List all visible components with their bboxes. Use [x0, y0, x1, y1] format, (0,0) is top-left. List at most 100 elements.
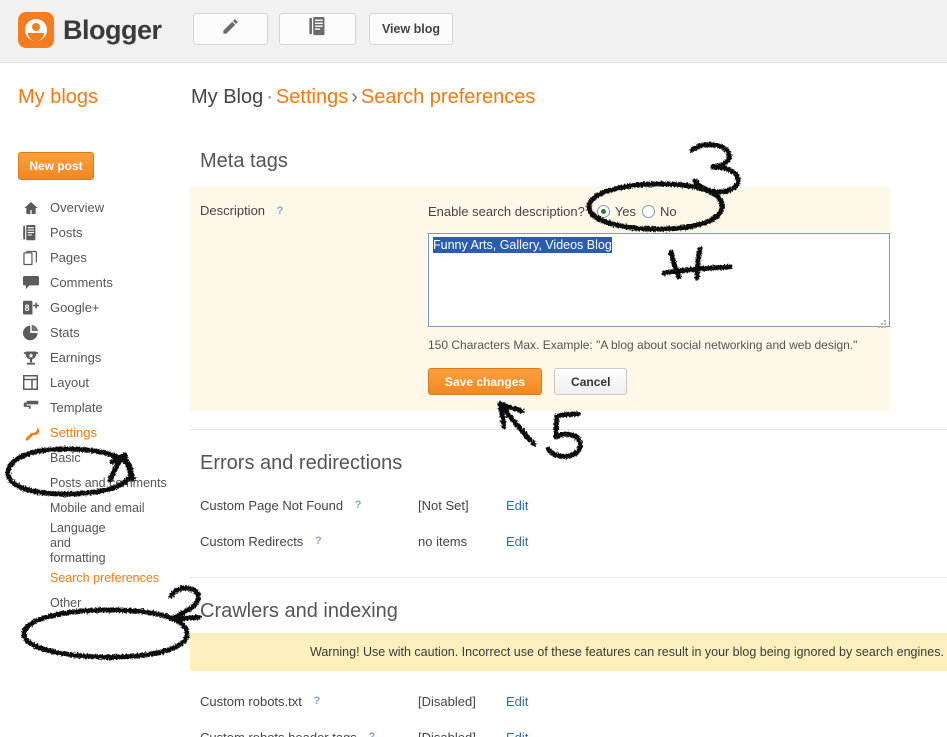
- comment-icon: [22, 274, 39, 291]
- sidebar-item-pages[interactable]: Pages: [0, 245, 190, 270]
- sidebar-label: Overview: [50, 200, 105, 215]
- description-row: Description ? Enable search description?…: [190, 201, 890, 395]
- description-label: Description: [200, 203, 266, 218]
- blogger-logo-icon: [18, 12, 54, 48]
- new-post-pencil-button[interactable]: [193, 13, 268, 45]
- new-post-button[interactable]: New post: [18, 152, 94, 180]
- help-icon[interactable]: ?: [365, 730, 379, 737]
- crawlers-warning-banner: Warning! Use with caution. Incorrect use…: [190, 633, 947, 671]
- wrench-icon: [22, 424, 39, 441]
- brand-name: Blogger: [63, 14, 162, 45]
- sidebar-item-posts[interactable]: Posts: [0, 220, 190, 245]
- row-label: Custom Page Not Found ?: [200, 498, 418, 513]
- row-label: Custom Redirects ?: [200, 534, 418, 549]
- blogger-search-preferences-page: Blogger View blog My blogs My Blog · Set…: [0, 0, 947, 737]
- row-label-text: Custom Redirects: [200, 533, 304, 549]
- edit-link[interactable]: Edit: [506, 498, 528, 513]
- subnav-item-search-preferences[interactable]: Search preferences: [0, 566, 190, 591]
- row-value: no items: [418, 533, 468, 549]
- breadcrumb-blog[interactable]: My Blog: [191, 86, 263, 108]
- main-content: Meta tags Description ? Enable search de…: [190, 140, 947, 737]
- row-value: [Not Set]: [418, 497, 469, 513]
- errors-heading: Errors and redirections: [200, 452, 403, 474]
- breadcrumb-current: Search preferences: [360, 86, 536, 108]
- sidebar-item-earnings[interactable]: Earnings: [0, 345, 190, 370]
- crawlers-heading: Crawlers and indexing: [200, 600, 398, 622]
- breadcrumb-dot: ·: [266, 86, 273, 108]
- svg-text:8: 8: [24, 302, 29, 312]
- help-icon[interactable]: ?: [310, 694, 324, 708]
- sidebar-item-settings[interactable]: Settings: [0, 420, 190, 445]
- radio-no-input[interactable]: [642, 204, 656, 218]
- cancel-button[interactable]: Cancel: [554, 368, 628, 395]
- annotation-circle-search-preferences: [21, 607, 190, 660]
- paint-roller-icon: [22, 399, 39, 416]
- radio-yes-input[interactable]: [596, 204, 610, 218]
- sidebar-label: Google+: [50, 300, 100, 315]
- google-plus-icon: 8: [22, 299, 39, 316]
- sidebar-nav: Overview Posts Pages Comments 8 Google+ …: [0, 195, 190, 616]
- meta-tags-buttons: Save changes Cancel: [428, 368, 890, 395]
- top-bar: Blogger View blog: [0, 0, 947, 63]
- divider: [190, 429, 947, 430]
- home-icon: [22, 199, 39, 216]
- sidebar-label: Template: [50, 400, 103, 415]
- row-label: Custom robots.txt ?: [200, 694, 418, 709]
- layout-icon: [22, 374, 39, 391]
- radio-option-no[interactable]: No: [642, 204, 677, 219]
- row-label-text: Custom robots header tags: [200, 729, 357, 737]
- errors-rows: Custom Page Not Found ? [Not Set] Edit C…: [190, 487, 947, 559]
- edit-link[interactable]: Edit: [506, 694, 528, 709]
- help-icon[interactable]: ?: [351, 498, 365, 512]
- my-blogs-link[interactable]: My blogs: [18, 86, 98, 109]
- row-value: [Disabled]: [418, 693, 476, 709]
- row-value: [Disabled]: [418, 729, 476, 737]
- breadcrumb-settings[interactable]: Settings: [276, 86, 348, 108]
- table-row: Custom Page Not Found ? [Not Set] Edit: [190, 487, 947, 523]
- sidebar-label: Pages: [50, 250, 87, 265]
- sidebar-label: Comments: [50, 275, 113, 290]
- radio-option-yes[interactable]: Yes: [596, 203, 637, 219]
- sidebar-item-layout[interactable]: Layout: [0, 370, 190, 395]
- posts-list-button[interactable]: [279, 13, 356, 45]
- sidebar-item-stats[interactable]: Stats: [0, 320, 190, 345]
- sidebar-item-google-plus[interactable]: 8 Google+: [0, 295, 190, 320]
- enable-search-description-row: Enable search description? Yes No: [428, 201, 890, 221]
- help-icon[interactable]: ?: [273, 204, 287, 218]
- radio-yes-label: Yes: [614, 203, 637, 219]
- sidebar-label: Posts: [50, 225, 83, 240]
- settings-subnav: Basic Posts and comments Mobile and emai…: [0, 446, 190, 616]
- sidebar-item-comments[interactable]: Comments: [0, 270, 190, 295]
- radio-no-label: No: [660, 203, 677, 219]
- subnav-item-language-and-formatting[interactable]: Language and formatting: [0, 521, 125, 566]
- subnav-item-posts-and-comments[interactable]: Posts and comments: [0, 471, 190, 496]
- save-changes-button[interactable]: Save changes: [428, 368, 543, 395]
- sidebar-label: Earnings: [50, 350, 102, 365]
- sidebar-label: Stats: [50, 325, 80, 340]
- description-hint: 150 Characters Max. Example: "A blog abo…: [428, 338, 858, 352]
- row-label: Custom robots header tags ?: [200, 730, 418, 737]
- meta-tags-panel: Description ? Enable search description?…: [190, 187, 890, 411]
- crawlers-rows: Custom robots.txt ? [Disabled] Edit Cust…: [190, 683, 947, 737]
- crawlers-warning-text: Warning! Use with caution. Incorrect use…: [310, 645, 944, 659]
- sidebar-item-overview[interactable]: Overview: [0, 195, 190, 220]
- posts-icon: [22, 224, 39, 241]
- subnav-item-basic[interactable]: Basic: [0, 446, 190, 471]
- meta-tags-heading: Meta tags: [200, 150, 288, 172]
- divider: [190, 577, 947, 578]
- view-blog-button[interactable]: View blog: [369, 13, 453, 45]
- sidebar-label: Settings: [50, 425, 97, 440]
- blogger-brand[interactable]: Blogger: [18, 12, 162, 48]
- table-row: Custom robots header tags ? [Disabled] E…: [190, 719, 947, 737]
- subnav-item-mobile-and-email[interactable]: Mobile and email: [0, 496, 190, 521]
- subnav-item-other[interactable]: Other: [0, 591, 190, 616]
- pages-icon: [22, 249, 39, 266]
- edit-link[interactable]: Edit: [506, 730, 528, 737]
- posts-list-icon: [308, 17, 327, 41]
- help-icon[interactable]: ?: [311, 534, 325, 548]
- sidebar-item-template[interactable]: Template: [0, 395, 190, 420]
- description-label-cell: Description ?: [200, 201, 428, 218]
- description-textarea[interactable]: [428, 233, 890, 327]
- edit-link[interactable]: Edit: [506, 534, 528, 549]
- description-field-cell: Enable search description? Yes No Funny …: [428, 201, 890, 395]
